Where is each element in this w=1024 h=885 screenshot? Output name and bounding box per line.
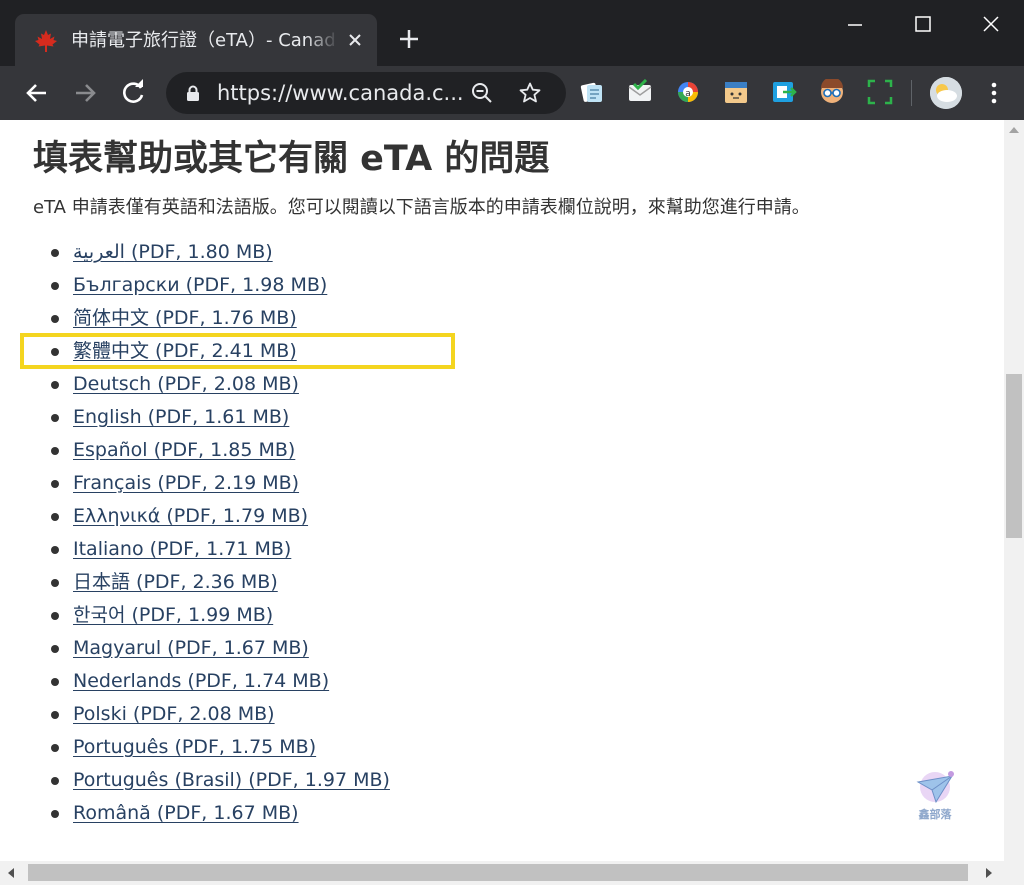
browser-titlebar: 申請電子旅行證（eTA）- Canada.ca (0, 0, 1024, 66)
pdf-link-english[interactable]: English (PDF, 1.61 MB) (73, 403, 289, 431)
color-picker-extension-icon[interactable]: a (675, 79, 701, 105)
pdf-link-japanese[interactable]: 日本語 (PDF, 2.36 MB) (73, 568, 278, 596)
scroll-up-arrow-icon[interactable] (1009, 127, 1019, 133)
list-bullet (51, 315, 59, 323)
list-item: Deutsch (PDF, 2.08 MB) (0, 368, 1000, 401)
close-window-icon[interactable] (968, 8, 1014, 42)
browser-toolbar: https://www.canada.c... a (0, 66, 1024, 120)
pdf-link-french[interactable]: Français (PDF, 2.19 MB) (73, 469, 299, 497)
list-bullet (51, 249, 59, 257)
list-bullet (51, 810, 59, 818)
note-extension-icon[interactable] (579, 79, 605, 105)
pdf-link-portuguese-brazil[interactable]: Português (Brasil) (PDF, 1.97 MB) (73, 766, 390, 794)
pdf-link-portuguese[interactable]: Português (PDF, 1.75 MB) (73, 733, 316, 761)
list-bullet (51, 777, 59, 785)
list-item: Magyarul (PDF, 1.67 MB) (0, 632, 1000, 665)
pdf-link-hungarian[interactable]: Magyarul (PDF, 1.67 MB) (73, 634, 309, 662)
browser-tab-active[interactable]: 申請電子旅行證（eTA）- Canada.ca (15, 14, 377, 66)
list-item: English (PDF, 1.61 MB) (0, 401, 1000, 434)
scroll-left-arrow-icon[interactable] (8, 868, 14, 878)
tab-close-icon[interactable] (341, 26, 369, 54)
profile-avatar[interactable] (930, 77, 962, 109)
mail-extension-icon[interactable] (627, 78, 653, 105)
pdf-link-polish[interactable]: Polski (PDF, 2.08 MB) (73, 700, 275, 728)
page-viewport: 填表幫助或其它有關 eTA 的問題 eTA 申請表僅有英語和法語版。您可以閱讀以… (0, 120, 1004, 861)
list-bullet (51, 744, 59, 752)
list-item: Español (PDF, 1.85 MB) (0, 434, 1000, 467)
vertical-scrollbar-thumb[interactable] (1006, 374, 1022, 538)
pdf-link-dutch[interactable]: Nederlands (PDF, 1.74 MB) (73, 667, 329, 695)
horizontal-scrollbar-thumb[interactable] (28, 864, 968, 881)
list-item: Italiano (PDF, 1.71 MB) (0, 533, 1000, 566)
language-pdf-list: العربية (PDF, 1.80 MB) Български (PDF, 1… (0, 236, 1000, 830)
back-arrow-icon[interactable] (19, 75, 55, 111)
pdf-link-german[interactable]: Deutsch (PDF, 2.08 MB) (73, 370, 299, 398)
list-bullet (51, 381, 59, 389)
new-tab-icon[interactable] (392, 22, 426, 56)
list-bullet (51, 612, 59, 620)
minimize-icon[interactable] (832, 8, 878, 42)
list-bullet (51, 447, 59, 455)
pdf-link-arabic[interactable]: العربية (PDF, 1.80 MB) (73, 238, 273, 266)
list-item: العربية (PDF, 1.80 MB) (0, 236, 1000, 269)
pdf-link-bulgarian[interactable]: Български (PDF, 1.98 MB) (73, 271, 327, 299)
list-item: Français (PDF, 2.19 MB) (0, 467, 1000, 500)
page-heading: 填表幫助或其它有關 eTA 的問題 (33, 139, 550, 179)
list-item: 简体中文 (PDF, 1.76 MB) (0, 302, 1000, 335)
pdf-link-greek[interactable]: Ελληνικά (PDF, 1.79 MB) (73, 502, 308, 530)
lock-icon[interactable] (184, 84, 202, 102)
address-bar[interactable]: https://www.canada.c... (166, 72, 566, 114)
scroll-right-arrow-icon[interactable] (986, 868, 992, 878)
list-bullet (51, 414, 59, 422)
list-bullet (51, 579, 59, 587)
list-item: Português (Brasil) (PDF, 1.97 MB) (0, 764, 1000, 797)
list-bullet (51, 678, 59, 686)
list-item: 日本語 (PDF, 2.36 MB) (0, 566, 1000, 599)
pdf-link-simplified-chinese[interactable]: 简体中文 (PDF, 1.76 MB) (73, 304, 297, 332)
pdf-link-romanian[interactable]: Română (PDF, 1.67 MB) (73, 799, 299, 827)
list-bullet (51, 480, 59, 488)
glasses-extension-icon[interactable] (819, 77, 845, 105)
more-menu-icon[interactable] (980, 77, 1008, 109)
url-text[interactable]: https://www.canada.c... (217, 80, 473, 106)
list-item: Português (PDF, 1.75 MB) (0, 731, 1000, 764)
box-extension-icon[interactable] (723, 79, 749, 105)
toolbar-separator (911, 80, 912, 106)
zoom-icon[interactable] (470, 81, 494, 105)
tab-title-fade (305, 24, 339, 58)
list-bullet (51, 546, 59, 554)
forward-arrow-icon[interactable] (67, 75, 103, 111)
horizontal-scrollbar[interactable] (0, 861, 1024, 885)
paper-plane-icon (916, 771, 954, 804)
pdf-link-korean[interactable]: 한국어 (PDF, 1.99 MB) (73, 601, 273, 629)
bookmark-star-icon[interactable] (518, 81, 542, 105)
pdf-link-spanish[interactable]: Español (PDF, 1.85 MB) (73, 436, 295, 464)
svg-text:a: a (685, 89, 691, 99)
maple-leaf-icon (33, 28, 59, 54)
list-item: Nederlands (PDF, 1.74 MB) (0, 665, 1000, 698)
vertical-scrollbar[interactable] (1004, 120, 1024, 861)
pdf-link-italian[interactable]: Italiano (PDF, 1.71 MB) (73, 535, 291, 563)
highlight-annotation-box (20, 333, 455, 369)
tab-title: 申請電子旅行證（eTA）- Canada.ca (71, 30, 335, 51)
watermark-logo: 鑫部落 (910, 770, 960, 830)
list-item: Polski (PDF, 2.08 MB) (0, 698, 1000, 731)
list-item: 한국어 (PDF, 1.99 MB) (0, 599, 1000, 632)
screenshot-extension-icon[interactable] (867, 79, 893, 105)
list-bullet (51, 645, 59, 653)
list-bullet (51, 513, 59, 521)
list-item: Български (PDF, 1.98 MB) (0, 269, 1000, 302)
list-bullet (51, 282, 59, 290)
list-item: Ελληνικά (PDF, 1.79 MB) (0, 500, 1000, 533)
list-bullet (51, 711, 59, 719)
watermark-text: 鑫部落 (918, 808, 952, 821)
share-extension-icon[interactable] (771, 79, 797, 105)
list-item: Română (PDF, 1.67 MB) (0, 797, 1000, 830)
reload-icon[interactable] (115, 75, 151, 111)
intro-text: eTA 申請表僅有英語和法語版。您可以閱讀以下語言版本的申請表欄位說明，來幫助您… (33, 197, 810, 218)
maximize-icon[interactable] (900, 8, 946, 42)
